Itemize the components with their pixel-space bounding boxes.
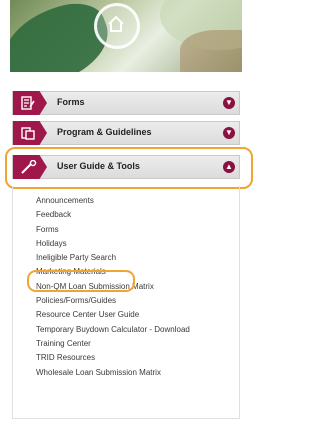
document-folder-icon	[13, 121, 47, 145]
submenu-item-buydown-calculator[interactable]: Temporary Buydown Calculator - Download	[36, 323, 190, 337]
menu-item-forms[interactable]: Forms ▼	[12, 91, 240, 115]
house-icon	[94, 3, 140, 49]
submenu-item-forms[interactable]: Forms	[36, 223, 190, 237]
highlight-oval-marketing-materials	[27, 270, 135, 292]
highlight-oval-user-guide	[5, 147, 253, 189]
submenu-item-wholesale-matrix[interactable]: Wholesale Loan Submission Matrix	[36, 366, 190, 380]
chevron-down-icon[interactable]: ▼	[223, 127, 235, 139]
submenu-item-trid-resources[interactable]: TRID Resources	[36, 351, 190, 365]
submenu-item-feedback[interactable]: Feedback	[36, 208, 190, 222]
document-pencil-icon	[13, 91, 47, 115]
submenu-item-training-center[interactable]: Training Center	[36, 337, 190, 351]
submenu-item-ineligible-party-search[interactable]: Ineligible Party Search	[36, 251, 190, 265]
menu-item-label: Program & Guidelines	[57, 127, 152, 137]
banner-hand	[180, 30, 242, 72]
submenu-item-policies-forms-guides[interactable]: Policies/Forms/Guides	[36, 294, 190, 308]
submenu-item-resource-center-guide[interactable]: Resource Center User Guide	[36, 308, 190, 322]
chevron-down-icon[interactable]: ▼	[223, 97, 235, 109]
header-banner	[10, 0, 242, 72]
menu-item-label: Forms	[57, 97, 85, 107]
menu-item-program-guidelines[interactable]: Program & Guidelines ▼	[12, 121, 240, 145]
submenu-item-announcements[interactable]: Announcements	[36, 194, 190, 208]
submenu-item-holidays[interactable]: Holidays	[36, 237, 190, 251]
